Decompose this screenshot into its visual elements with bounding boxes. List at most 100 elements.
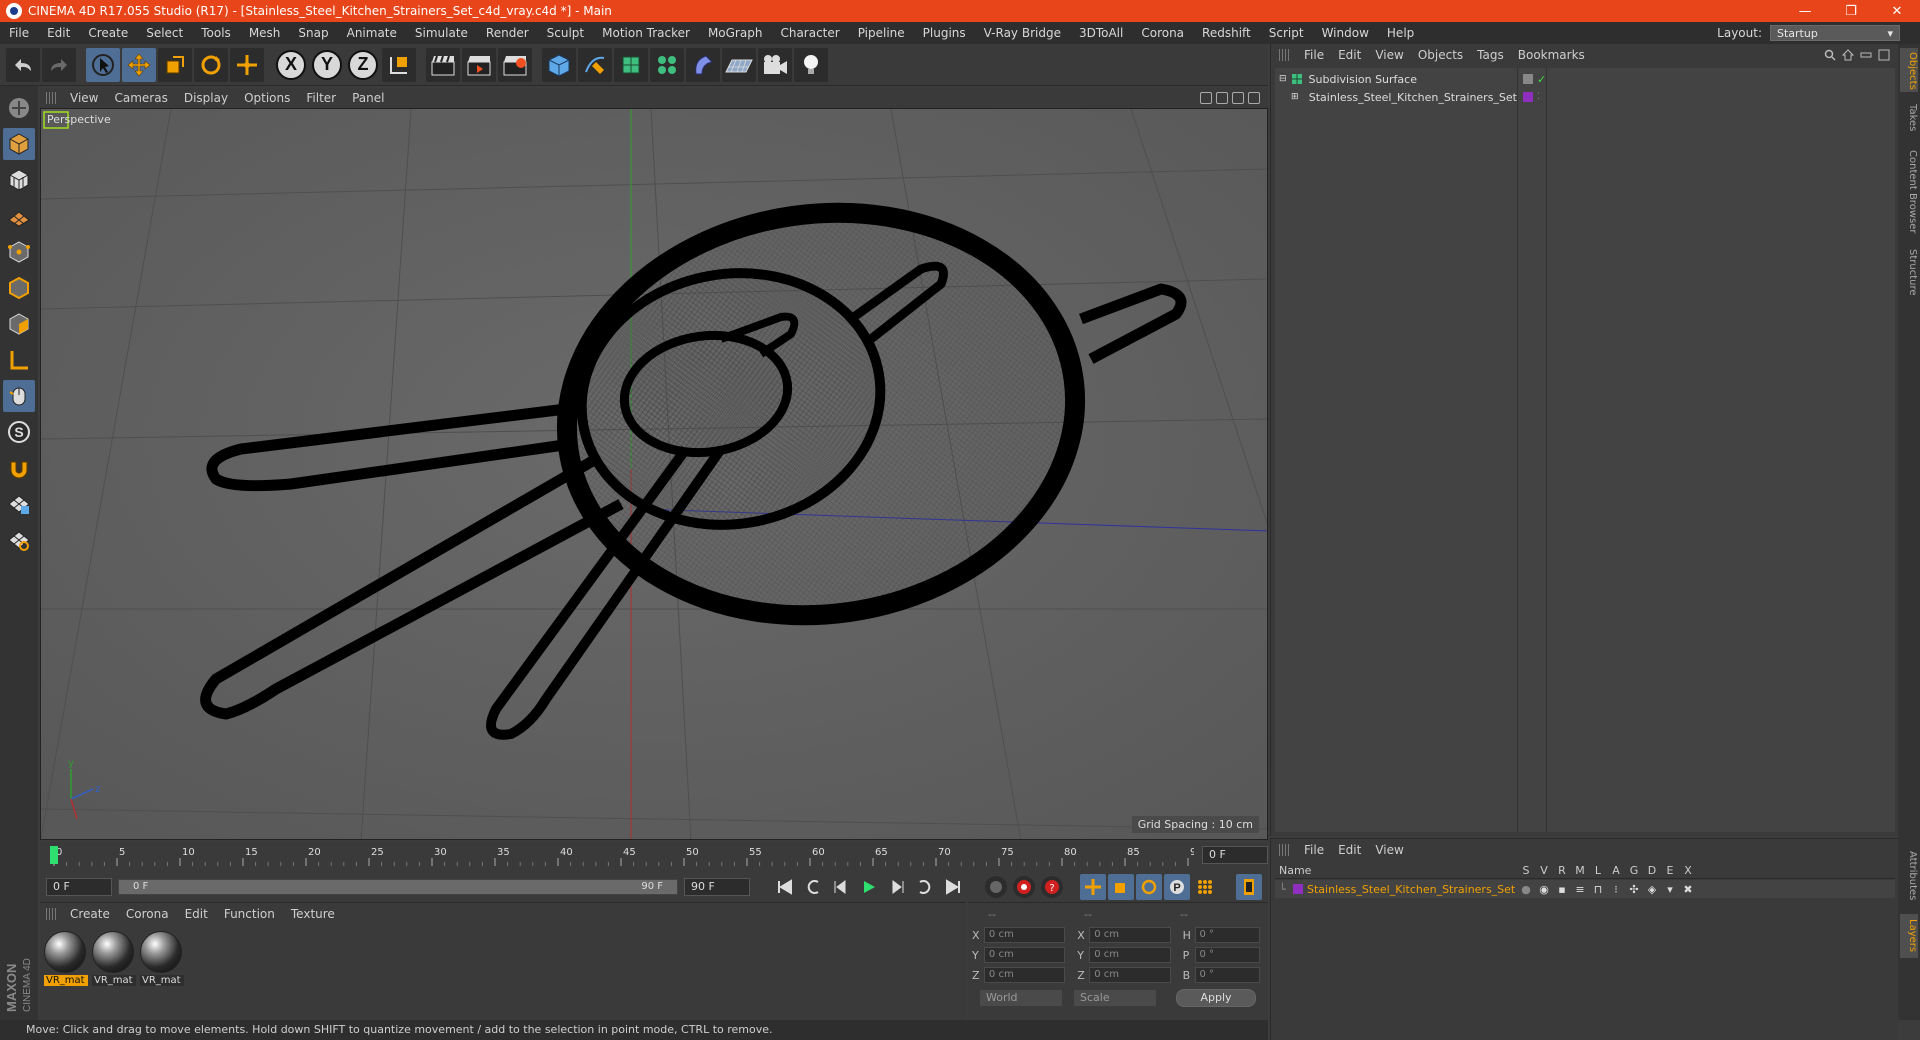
lock-y-axis-button[interactable]: Y [310,48,344,82]
lock-workplane-button[interactable] [3,488,35,520]
tab-objects[interactable]: Objects [1900,48,1918,92]
point-mode-button[interactable] [3,236,35,268]
lock-z-axis-button[interactable]: Z [346,48,380,82]
viewport-menu-filter[interactable]: Filter [298,91,344,105]
tab-attributes[interactable]: Attributes [1900,844,1918,908]
layer-row[interactable]: └ Stainless_Steel_Kitchen_Strainers_Set … [1275,880,1895,898]
autokeying-button[interactable] [1013,876,1035,898]
menu-vray-bridge[interactable]: V-Ray Bridge [975,26,1070,40]
rotate-tool-button[interactable] [194,47,228,82]
key-parameter-button[interactable]: P [1164,874,1190,900]
collapse-icon[interactable] [1860,49,1872,61]
menu-window[interactable]: Window [1313,26,1378,40]
axis-mode-button[interactable] [3,344,35,376]
texture-mode-button[interactable] [3,164,35,196]
key-rotation-button[interactable] [1136,874,1162,900]
end-frame-field[interactable]: 90 F [684,878,750,896]
menu-edit[interactable]: Edit [38,26,79,40]
menu-plugins[interactable]: Plugins [914,26,975,40]
lock-flag-icon[interactable]: ⊓ [1589,883,1607,896]
tab-structure[interactable]: Structure [1900,244,1918,300]
key-point-level-button[interactable] [1192,874,1218,900]
view-flag-icon[interactable]: ◉ [1535,883,1553,896]
render-to-picture-viewer-button[interactable] [462,47,496,82]
next-keyframe-button[interactable] [912,874,938,900]
viewport-menu-panel[interactable]: Panel [344,91,392,105]
panel-grip-icon[interactable] [46,92,56,104]
collapse-toggle-icon[interactable]: ⊟ [1279,74,1287,84]
tweak-mode-button[interactable] [3,380,35,412]
xref-flag-icon[interactable]: ✖ [1679,883,1697,896]
play-button[interactable] [856,874,882,900]
viewport-menu-cameras[interactable]: Cameras [106,91,175,105]
position-y-field[interactable]: 0 cm [983,947,1066,963]
light-button[interactable] [794,47,828,82]
visibility-dots-icon[interactable]: ⁚ [1537,92,1540,102]
size-z-field[interactable]: 0 cm [1089,967,1171,983]
objects-menu-bookmarks[interactable]: Bookmarks [1511,48,1592,62]
zoom-view-icon[interactable] [1216,92,1228,104]
objects-menu-edit[interactable]: Edit [1331,48,1368,62]
playhead-marker[interactable] [50,846,58,864]
expand-toggle-icon[interactable]: ⊞ [1291,92,1299,102]
menu-pipeline[interactable]: Pipeline [849,26,914,40]
floor-button[interactable] [722,47,756,82]
maximize-button[interactable]: ❐ [1828,0,1874,22]
3d-viewport[interactable]: y z Perspective Grid Spacing : 10 cm [40,108,1268,840]
menu-mograph[interactable]: MoGraph [699,26,772,40]
expression-flag-icon[interactable]: ▾ [1661,883,1679,896]
start-frame-field[interactable]: 0 F [46,878,112,896]
solo-flag-icon[interactable]: ● [1517,883,1535,896]
move-tool-button[interactable] [122,47,156,82]
cube-primitive-button[interactable] [542,47,576,82]
objects-menu-tags[interactable]: Tags [1470,48,1511,62]
menu-script[interactable]: Script [1260,26,1313,40]
camera-button[interactable] [758,47,792,82]
layer-color-icon[interactable] [1523,92,1533,102]
live-selection-button[interactable] [86,47,120,82]
keyframe-selection-button[interactable]: ? [1041,876,1063,898]
render-flag-icon[interactable]: ▪ [1553,883,1571,896]
menu-help[interactable]: Help [1378,26,1423,40]
previous-keyframe-button[interactable] [800,874,826,900]
layer-color-swatch[interactable] [1293,884,1303,894]
snap-button[interactable] [3,452,35,484]
minimize-button[interactable]: — [1782,0,1828,22]
enabled-check-icon[interactable]: ✓ [1537,73,1546,86]
menu-mesh[interactable]: Mesh [240,26,290,40]
transform-tool-button[interactable] [230,47,264,82]
menu-animate[interactable]: Animate [338,26,406,40]
size-x-field[interactable]: 0 cm [1089,927,1171,943]
subdivision-surface-button[interactable] [614,47,648,82]
search-icon[interactable] [1824,49,1836,61]
object-row-subdivision-surface[interactable]: ⊟ Subdivision Surface [1279,70,1517,88]
object-row-strainers-set[interactable]: ⊞ 0 Stainless_Steel_Kitchen_Strainers_Se… [1291,88,1517,106]
model-mode-button[interactable] [3,128,35,160]
layers-menu-edit[interactable]: Edit [1331,843,1368,857]
menu-redshift[interactable]: Redshift [1193,26,1260,40]
rotation-h-field[interactable]: 0 ° [1194,927,1261,943]
make-editable-button[interactable] [3,92,35,124]
panel-grip-icon[interactable] [1279,844,1289,856]
position-x-field[interactable]: 0 cm [983,927,1066,943]
menu-sculpt[interactable]: Sculpt [538,26,593,40]
material-menu-corona[interactable]: Corona [118,907,177,921]
cloner-button[interactable] [650,47,684,82]
coordinate-space-dropdown[interactable]: World [980,990,1062,1006]
deformer-button[interactable] [686,47,720,82]
layers-menu-view[interactable]: View [1368,843,1410,857]
toggle-layout-icon[interactable] [1248,92,1260,104]
menu-motion-tracker[interactable]: Motion Tracker [593,26,699,40]
material-menu-create[interactable]: Create [62,907,118,921]
current-frame-field[interactable]: 0 F [1202,846,1268,864]
panel-grip-icon[interactable] [1279,49,1289,61]
menu-simulate[interactable]: Simulate [406,26,477,40]
render-settings-button[interactable] [498,47,532,82]
objects-menu-file[interactable]: File [1297,48,1331,62]
timeline-ruler[interactable]: 051015202530354045505560657075808590 [48,844,1194,868]
material-swatch[interactable]: VR_mat [92,931,136,989]
size-mode-dropdown[interactable]: Scale [1074,990,1156,1006]
render-view-button[interactable] [426,47,460,82]
spline-pen-button[interactable] [578,47,612,82]
menu-corona[interactable]: Corona [1132,26,1193,40]
